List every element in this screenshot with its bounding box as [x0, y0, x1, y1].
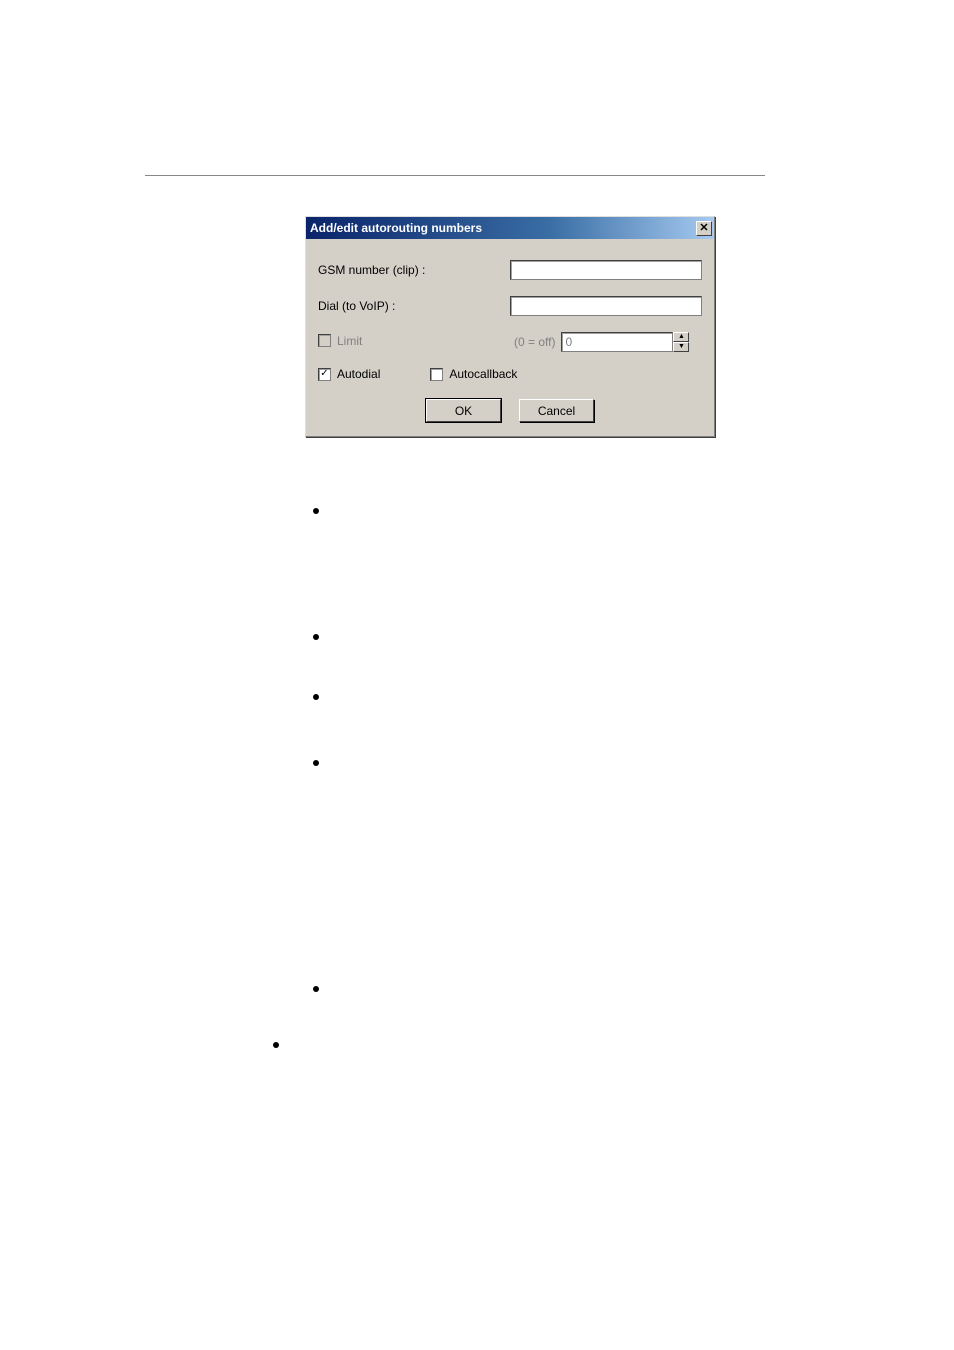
dialog-body: GSM number (clip) : Dial (to VoIP) : Lim…	[306, 239, 714, 436]
checkbox-box-icon	[430, 368, 443, 381]
spin-up-button[interactable]: ▲	[673, 332, 689, 342]
titlebar: Add/edit autorouting numbers ✕	[306, 217, 714, 239]
gsm-number-label: GSM number (clip) :	[318, 263, 510, 277]
bullet-icon	[273, 1042, 279, 1048]
bullet-icon	[313, 634, 319, 640]
cancel-button[interactable]: Cancel	[519, 399, 594, 422]
bullet-icon	[313, 694, 319, 700]
limit-input	[561, 332, 673, 352]
autocallback-checkbox[interactable]: Autocallback	[430, 367, 517, 381]
close-button[interactable]: ✕	[696, 221, 712, 236]
spin-down-button[interactable]: ▼	[673, 342, 689, 352]
limit-spinner: ▲ ▼	[673, 332, 689, 352]
bullet-icon	[313, 508, 319, 514]
limit-label: Limit	[337, 334, 362, 348]
checkbox-box-icon: ✓	[318, 368, 331, 381]
limit-row: Limit (0 = off) ▲ ▼	[318, 331, 702, 353]
limit-checkbox-wrap: Limit	[318, 334, 514, 351]
bullet-icon	[313, 986, 319, 992]
autodial-label: Autodial	[337, 367, 380, 381]
dialog-title: Add/edit autorouting numbers	[310, 221, 482, 235]
dial-voip-label: Dial (to VoIP) :	[318, 299, 510, 313]
checkbox-box-icon	[318, 334, 331, 347]
button-row: OK Cancel	[318, 399, 702, 422]
limit-hint: (0 = off)	[514, 335, 555, 349]
close-icon: ✕	[699, 222, 708, 234]
check-icon: ✓	[320, 369, 328, 379]
dial-voip-input[interactable]	[510, 296, 702, 316]
bullet-icon	[313, 760, 319, 766]
autodial-checkbox[interactable]: ✓ Autodial	[318, 367, 380, 381]
options-row: ✓ Autodial Autocallback	[318, 367, 702, 381]
horizontal-rule	[145, 175, 765, 176]
dial-voip-row: Dial (to VoIP) :	[318, 295, 702, 317]
ok-button[interactable]: OK	[426, 399, 501, 422]
gsm-number-row: GSM number (clip) :	[318, 259, 702, 281]
gsm-number-input[interactable]	[510, 260, 702, 280]
autorouting-dialog: Add/edit autorouting numbers ✕ GSM numbe…	[305, 216, 715, 437]
autocallback-label: Autocallback	[449, 367, 517, 381]
limit-checkbox[interactable]: Limit	[318, 334, 362, 348]
limit-spinner-wrap: (0 = off) ▲ ▼	[514, 332, 689, 352]
